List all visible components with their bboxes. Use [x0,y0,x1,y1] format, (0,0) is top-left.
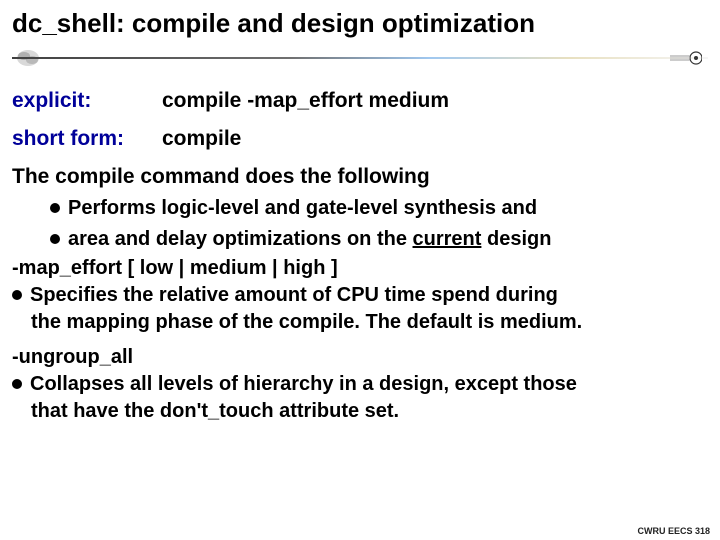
short-form-value: compile [162,127,241,151]
ungroup-text: Collapses all levels of hierarchy in a d… [30,371,577,425]
bullet-dot-icon [50,234,60,244]
divider-line [12,57,708,59]
short-form-row: short form: compile [12,127,708,151]
bullet-item-1: Performs logic-level and gate-level synt… [50,195,708,222]
bullet-dot-icon [12,379,22,389]
bullet-dot-icon [50,203,60,213]
ungroup-bullet: Collapses all levels of hierarchy in a d… [12,371,708,425]
explicit-row: explicit: compile -map_effort medium [12,89,708,113]
divider-right-ornament [670,49,702,67]
ungroup-line1: Collapses all levels of hierarchy in a d… [30,373,577,395]
bullet-text-1: Performs logic-level and gate-level synt… [68,195,537,222]
footer-text: CWRU EECS 318 [637,526,710,536]
slide-title: dc_shell: compile and design optimizatio… [12,8,708,39]
ungroup-heading: -ungroup_all [12,346,708,369]
bullet-dot-icon [12,290,22,300]
title-divider [12,47,708,71]
bullet2-underlined: current [413,228,482,250]
map-effort-line1: Specifies the relative amount of CPU tim… [30,284,558,306]
intro-text: The compile command does the following [12,165,708,189]
bullet2-pre: area and delay optimizations on the [68,228,413,250]
bullet-list: Performs logic-level and gate-level synt… [50,195,708,253]
bullet-item-2: area and delay optimizations on the curr… [50,226,708,253]
bullet2-post: design [481,228,551,250]
map-effort-line2: the mapping phase of the compile. The de… [31,309,582,336]
map-effort-heading: -map_effort [ low | medium | high ] [12,257,708,280]
map-effort-bullet: Specifies the relative amount of CPU tim… [12,282,708,336]
ungroup-line2: that have the don't_touch attribute set. [31,398,577,425]
explicit-value: compile -map_effort medium [162,89,449,113]
bullet-text-2: area and delay optimizations on the curr… [68,226,551,253]
short-form-label: short form: [12,127,132,151]
explicit-label: explicit: [12,89,132,113]
map-effort-text: Specifies the relative amount of CPU tim… [30,282,582,336]
